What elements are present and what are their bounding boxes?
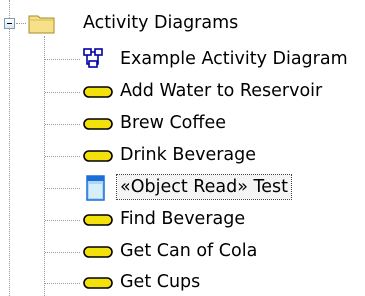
tree-item-label[interactable]: Add Water to Reservoir — [120, 79, 322, 103]
activity-node-icon — [83, 86, 113, 98]
tree-line — [45, 124, 80, 125]
tree-item-label[interactable]: Find Beverage — [120, 207, 245, 231]
tree-item-label[interactable]: Get Cups — [120, 270, 200, 294]
tree-item-label[interactable]: Example Activity Diagram — [120, 47, 348, 71]
tree-line — [45, 188, 80, 189]
activity-node-icon — [83, 150, 113, 162]
activity-node-icon — [83, 277, 113, 289]
tree-line — [9, 29, 10, 296]
activity-node-icon — [83, 246, 113, 258]
tree-line — [45, 59, 80, 60]
activity-diagram-icon — [83, 48, 103, 68]
tree-line — [45, 252, 80, 253]
tree-view[interactable]: Activity Diagrams Example Activity Diagr… — [0, 0, 365, 296]
activity-node-icon — [83, 214, 113, 226]
tree-item-label[interactable]: Get Can of Cola — [120, 239, 257, 263]
tree-root-label[interactable]: Activity Diagrams — [83, 11, 238, 35]
tree-item-label[interactable]: Brew Coffee — [120, 111, 226, 135]
tree-line — [9, 0, 10, 18]
tree-item-label[interactable]: «Object Read» Test — [116, 174, 292, 200]
folder-icon — [28, 15, 55, 34]
tree-line — [45, 156, 80, 157]
tree-line — [45, 220, 80, 221]
tree-line — [45, 92, 80, 93]
tree-line — [16, 23, 26, 24]
activity-node-icon — [83, 118, 113, 130]
tree-item-label[interactable]: Drink Beverage — [120, 143, 256, 167]
tree-line — [45, 283, 80, 284]
collapse-toggle[interactable] — [4, 18, 15, 29]
tree-line — [44, 36, 45, 296]
object-node-icon — [86, 175, 105, 201]
